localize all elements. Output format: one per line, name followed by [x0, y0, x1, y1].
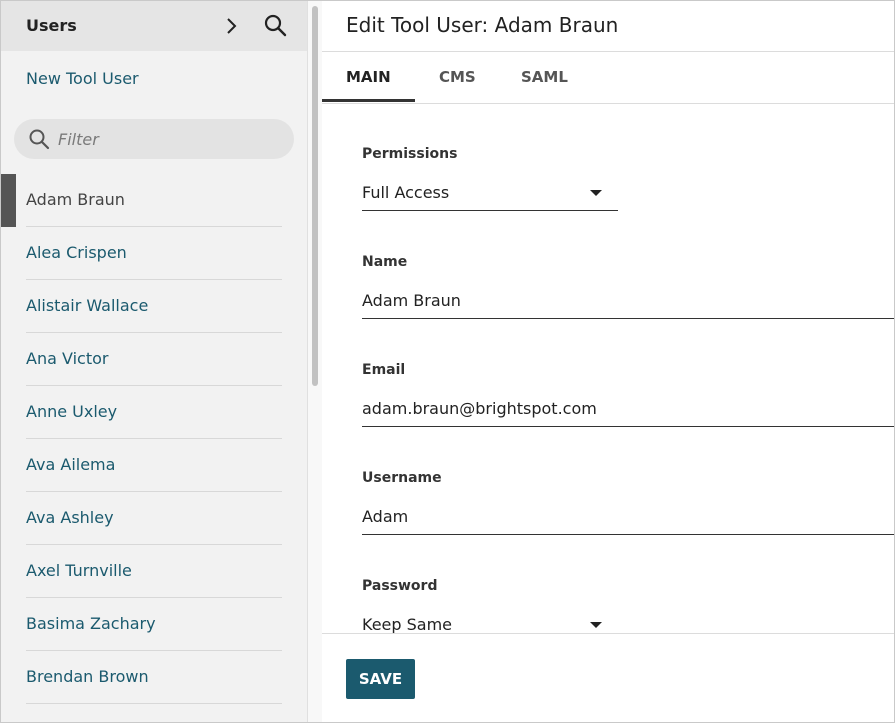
list-item[interactable]: Adam Braun — [1, 174, 307, 227]
password-select[interactable]: Keep Same — [362, 615, 602, 633]
tab-bar: MAIN CMS SAML — [322, 52, 894, 103]
page-title: Edit Tool User: Adam Braun — [346, 13, 619, 37]
new-tool-user-link[interactable]: New Tool User — [26, 69, 139, 88]
field-underline — [362, 534, 894, 535]
filter-input[interactable] — [58, 127, 278, 151]
email-field[interactable]: adam.braun@brightspot.com — [362, 399, 882, 418]
scrollbar-thumb[interactable] — [312, 6, 318, 386]
field-underline — [362, 210, 618, 211]
search-icon — [29, 129, 50, 150]
sidebar-title: Users — [26, 16, 77, 35]
list-item[interactable]: Anne Uxley — [1, 386, 307, 439]
divider — [26, 703, 282, 704]
user-name: Alistair Wallace — [26, 296, 149, 315]
tab-cms[interactable]: CMS — [439, 68, 476, 86]
email-label: Email — [362, 362, 406, 378]
divider — [322, 633, 894, 634]
sidebar-scrollbar[interactable] — [307, 1, 322, 722]
chevron-down-icon[interactable] — [590, 190, 602, 196]
user-name: Alea Crispen — [26, 243, 127, 262]
user-name: Basima Zachary — [26, 614, 156, 633]
search-icon[interactable] — [263, 13, 289, 39]
name-field[interactable]: Adam Braun — [362, 291, 882, 310]
chevron-down-icon[interactable] — [590, 622, 602, 628]
sidebar-header: Users — [1, 1, 307, 51]
chevron-right-icon[interactable] — [223, 15, 241, 37]
username-label: Username — [362, 470, 442, 486]
main-panel: Edit Tool User: Adam Braun MAIN CMS SAML… — [322, 1, 894, 722]
list-item[interactable]: Ana Victor — [1, 333, 307, 386]
field-underline — [362, 426, 894, 427]
user-name: Anne Uxley — [26, 402, 118, 421]
list-item[interactable]: Ava Ailema — [1, 439, 307, 492]
app-window: Users New Tool User Adam Braun Alea Cris… — [0, 0, 895, 723]
user-name: Ana Victor — [26, 349, 109, 368]
password-label: Password — [362, 578, 438, 594]
user-name: Ava Ailema — [26, 455, 116, 474]
active-item-marker — [1, 174, 16, 227]
sidebar: Users New Tool User Adam Braun Alea Cris… — [1, 1, 307, 722]
list-item[interactable]: Ava Ashley — [1, 492, 307, 545]
list-item[interactable]: Brendan Brown — [1, 651, 307, 704]
filter-field — [14, 119, 294, 159]
save-button[interactable]: SAVE — [346, 659, 415, 699]
username-field[interactable]: Adam — [362, 507, 882, 526]
list-item[interactable]: Alistair Wallace — [1, 280, 307, 333]
active-tab-indicator — [322, 99, 415, 102]
permissions-select[interactable]: Full Access — [362, 183, 618, 202]
permissions-label: Permissions — [362, 146, 458, 162]
user-name: Brendan Brown — [26, 667, 149, 686]
user-name: Axel Turnville — [26, 561, 132, 580]
list-item[interactable]: Basima Zachary — [1, 598, 307, 651]
name-label: Name — [362, 254, 408, 270]
list-item[interactable]: Axel Turnville — [1, 545, 307, 598]
user-name: Ava Ashley — [26, 508, 114, 527]
edit-form: Permissions Full Access Name Adam Braun … — [322, 104, 894, 633]
tab-saml[interactable]: SAML — [521, 68, 568, 86]
list-item[interactable]: Alea Crispen — [1, 227, 307, 280]
user-list: Adam Braun Alea Crispen Alistair Wallace… — [1, 174, 307, 704]
tab-main[interactable]: MAIN — [346, 68, 391, 86]
field-underline — [362, 318, 894, 319]
user-name: Adam Braun — [26, 190, 125, 209]
